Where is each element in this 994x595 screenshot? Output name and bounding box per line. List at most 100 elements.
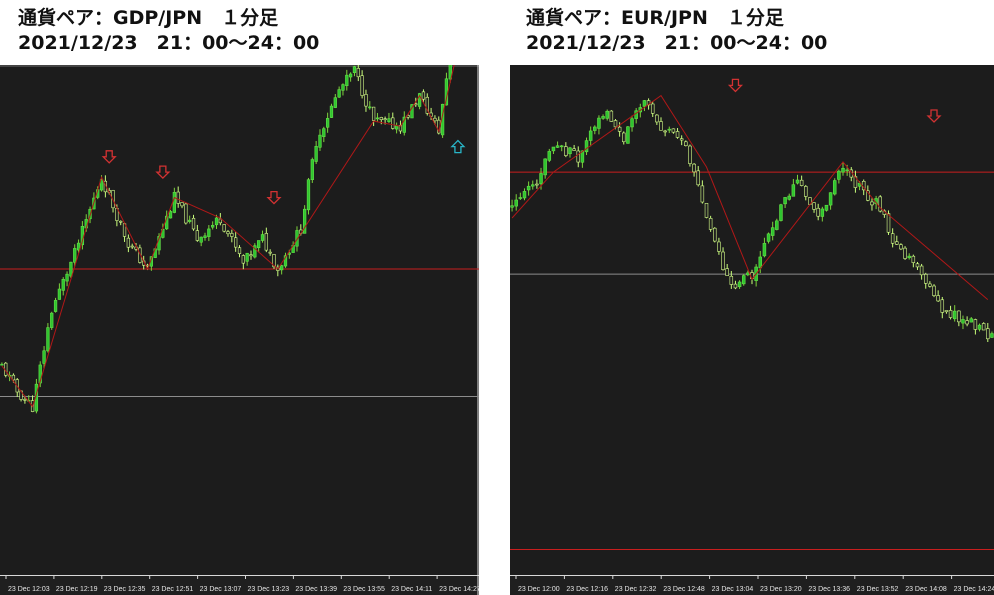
candle-body <box>721 251 725 270</box>
candle-body <box>609 110 614 122</box>
candle-body <box>824 204 829 211</box>
candle-body <box>713 227 717 242</box>
candle-body <box>0 363 4 366</box>
candle-body <box>352 66 357 73</box>
candle-body <box>539 173 543 185</box>
candle-body <box>379 117 383 121</box>
candle-body <box>725 268 729 276</box>
candle-body <box>61 279 65 291</box>
candle-body <box>845 169 849 172</box>
candle-body <box>322 128 326 137</box>
candle-body <box>870 201 874 206</box>
x-tick-label: 23 Dec 13:04 <box>712 586 754 593</box>
candle-body <box>568 147 572 155</box>
caption-pair-right: 通貨ペア：EUR/JPN １分足 <box>526 7 784 29</box>
candle-body <box>53 300 58 312</box>
candle-body <box>940 299 945 313</box>
candle-body <box>692 163 696 173</box>
candle-body <box>928 283 932 287</box>
candle-body <box>522 191 527 199</box>
candle-body <box>119 220 123 223</box>
candle-body <box>188 219 192 222</box>
x-tick-label: 23 Dec 13:55 <box>343 586 385 593</box>
chart-background <box>510 65 994 595</box>
x-tick-label: 23 Dec 12:35 <box>104 586 146 593</box>
candle-body <box>907 255 911 259</box>
x-tick-label: 23 Dec 14:08 <box>905 586 947 593</box>
candle-body <box>333 97 337 108</box>
candle-body <box>952 310 957 320</box>
candle-body <box>783 197 787 205</box>
candle-body <box>688 145 692 164</box>
candle-body <box>626 126 630 144</box>
candle-body <box>57 288 62 300</box>
candle-body <box>510 205 514 208</box>
x-tick-label: 23 Dec 13:23 <box>248 586 290 593</box>
gbpjpy-chart-svg[interactable]: 23 Dec 12:03 23 Dec 12:19 23 Dec 12:35 23 D… <box>0 65 479 595</box>
candle-body <box>779 204 783 221</box>
candle-body <box>69 261 73 277</box>
candle-body <box>345 74 349 86</box>
candle-body <box>46 327 50 352</box>
candle-body <box>766 233 771 242</box>
candle-body <box>717 241 721 252</box>
candle-body <box>314 146 318 162</box>
candle-body <box>364 94 368 107</box>
candle-body <box>226 231 230 235</box>
candle-body <box>704 203 709 218</box>
candle-body <box>741 275 746 285</box>
candle-body <box>630 118 634 128</box>
candle-body <box>977 324 982 330</box>
candle-body <box>433 117 437 122</box>
candle-body <box>973 319 978 330</box>
candle-body <box>391 117 395 129</box>
candle-body <box>617 126 622 132</box>
candle-body <box>746 272 750 276</box>
caption-right: 通貨ペア：EUR/JPN １分足 2021/12/23 21：00〜24：00 <box>526 6 827 56</box>
candle-body <box>679 138 684 141</box>
candle-body <box>211 224 215 228</box>
candle-body <box>841 167 845 173</box>
candle-body <box>73 248 77 263</box>
candle-body <box>329 105 334 118</box>
candle-body <box>126 237 131 248</box>
candle-body <box>948 310 953 318</box>
candle-body <box>700 185 705 203</box>
candle-body <box>306 179 311 211</box>
candle-body <box>371 106 376 121</box>
candle-body <box>787 195 791 200</box>
candle-body <box>394 125 399 130</box>
candle-body <box>655 114 659 123</box>
candle-body <box>663 130 667 133</box>
candle-body <box>184 203 188 224</box>
x-tick-label: 23 Dec 12:03 <box>8 586 50 593</box>
candle-body <box>816 207 820 217</box>
candle-body <box>642 100 647 107</box>
candle-body <box>214 217 219 226</box>
candle-body <box>965 320 969 325</box>
candle-body <box>23 399 27 401</box>
candle-body <box>318 134 322 148</box>
candle-body <box>535 183 539 186</box>
candle-body <box>588 130 593 141</box>
candle-body <box>903 247 907 259</box>
eurjpy-chart-svg[interactable]: 23 Dec 12:00 23 Dec 12:16 23 Dec 12:32 23 D… <box>510 65 994 595</box>
x-tick-label: 23 Dec 14:11 <box>391 586 432 593</box>
candle-body <box>650 103 655 114</box>
candle-body <box>915 263 920 268</box>
candle-body <box>911 255 916 263</box>
candle-body <box>919 265 924 276</box>
x-tick-label: 23 Dec 12:00 <box>518 586 560 593</box>
candle-body <box>729 275 734 285</box>
candle-body <box>180 202 184 207</box>
candle-body <box>890 233 895 244</box>
x-tick-label: 23 Dec 12:32 <box>615 586 657 593</box>
candle-body <box>969 318 973 323</box>
chart-panel-gbpjpy[interactable]: 23 Dec 12:03 23 Dec 12:19 23 Dec 12:35 23 D… <box>0 65 479 595</box>
candle-body <box>218 218 222 224</box>
candle-body <box>531 184 535 187</box>
candle-body <box>368 106 372 109</box>
chart-panel-eurjpy[interactable]: 23 Dec 12:00 23 Dec 12:16 23 Dec 12:32 23 D… <box>510 65 994 595</box>
candle-body <box>961 319 965 324</box>
candle-body <box>684 141 688 146</box>
